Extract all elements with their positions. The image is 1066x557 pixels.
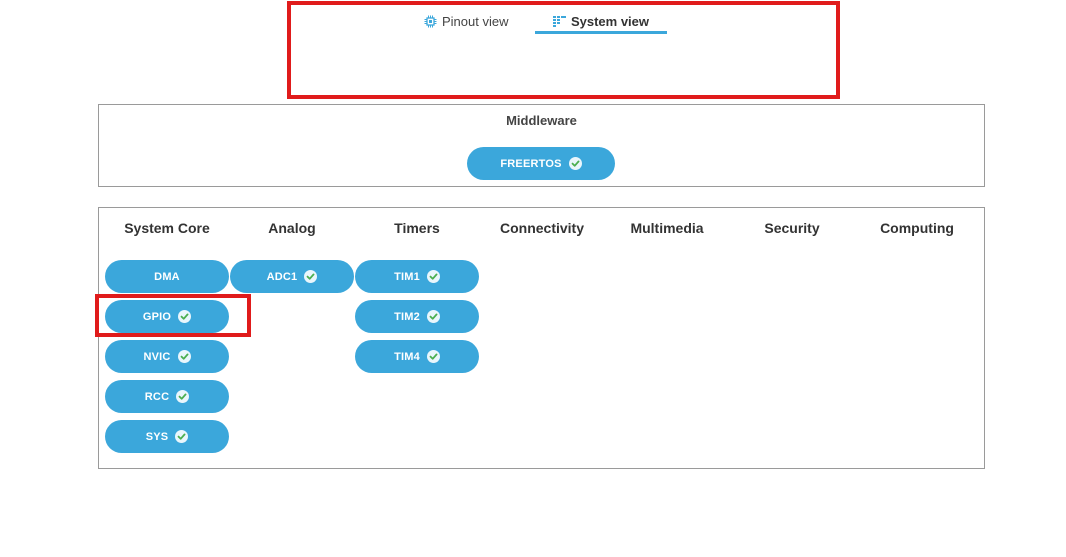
- categories-panel: System Core Analog Timers Connectivity M…: [98, 207, 985, 469]
- chip-icon: [424, 15, 437, 28]
- item-label: RCC: [144, 390, 170, 403]
- item-dma[interactable]: DMA: [105, 260, 229, 293]
- checkmark-icon: [426, 270, 440, 283]
- tab-pinout-view[interactable]: Pinout view: [424, 10, 508, 32]
- item-nvic[interactable]: NVIC: [105, 340, 229, 373]
- item-label: FREERTOS: [500, 157, 562, 170]
- category-title: Timers: [394, 220, 440, 236]
- item-tim1[interactable]: TIM1: [355, 260, 479, 293]
- item-gpio[interactable]: GPIO: [105, 300, 229, 333]
- category-multimedia[interactable]: Multimedia: [605, 218, 729, 238]
- middleware-title: Middleware: [506, 113, 577, 128]
- tab-label: System view: [570, 13, 650, 29]
- checkmark-icon: [175, 430, 189, 443]
- item-adc1[interactable]: ADC1: [230, 260, 354, 293]
- category-title: System Core: [124, 220, 210, 236]
- item-tim4[interactable]: TIM4: [355, 340, 479, 373]
- item-label: SYS: [145, 430, 169, 443]
- item-label: NVIC: [143, 350, 171, 363]
- item-label: GPIO: [142, 310, 172, 323]
- item-label: DMA: [154, 270, 180, 283]
- middleware-panel: Middleware FREERTOS: [98, 104, 985, 187]
- category-title: Connectivity: [499, 220, 584, 236]
- checkmark-icon: [426, 310, 440, 323]
- category-computing[interactable]: Computing: [855, 218, 979, 238]
- item-label: ADC1: [266, 270, 298, 283]
- checkmark-icon: [178, 310, 192, 323]
- category-title: Security: [764, 220, 820, 236]
- tab-label: Pinout view: [442, 13, 509, 29]
- category-timers: Timers: [355, 218, 479, 238]
- category-connectivity[interactable]: Connectivity: [480, 218, 604, 238]
- checkmark-icon: [177, 350, 191, 363]
- middleware-item-freertos[interactable]: FREERTOS: [467, 147, 615, 180]
- category-system-core: System Core: [105, 218, 229, 238]
- category-title: Multimedia: [630, 220, 704, 236]
- item-tim2[interactable]: TIM2: [355, 300, 479, 333]
- checkmark-icon: [304, 270, 318, 283]
- item-sys[interactable]: SYS: [105, 420, 229, 453]
- list-grid-icon: [552, 15, 566, 28]
- item-label: TIM4: [394, 350, 420, 363]
- tab-system-view[interactable]: System view: [535, 10, 667, 34]
- category-title: Analog: [268, 220, 316, 236]
- category-security[interactable]: Security: [730, 218, 854, 238]
- item-rcc[interactable]: RCC: [105, 380, 229, 413]
- item-label: TIM1: [394, 270, 420, 283]
- checkmark-icon: [568, 157, 582, 170]
- category-analog: Analog: [230, 218, 354, 238]
- category-title: Computing: [880, 220, 954, 236]
- checkmark-icon: [426, 350, 440, 363]
- item-label: TIM2: [394, 310, 420, 323]
- checkmark-icon: [176, 390, 190, 403]
